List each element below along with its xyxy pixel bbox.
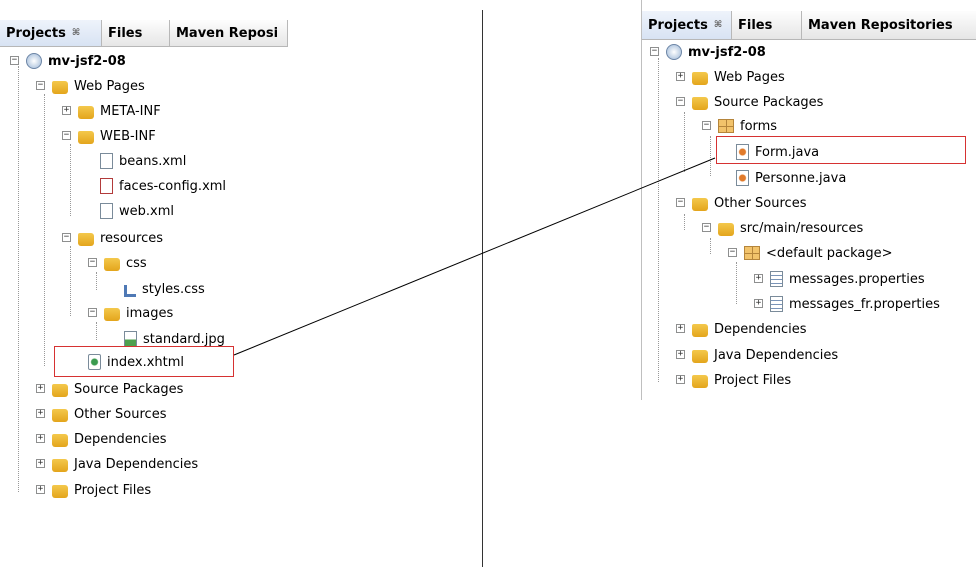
connector-segment — [233, 157, 716, 356]
connector-line — [233, 157, 716, 356]
